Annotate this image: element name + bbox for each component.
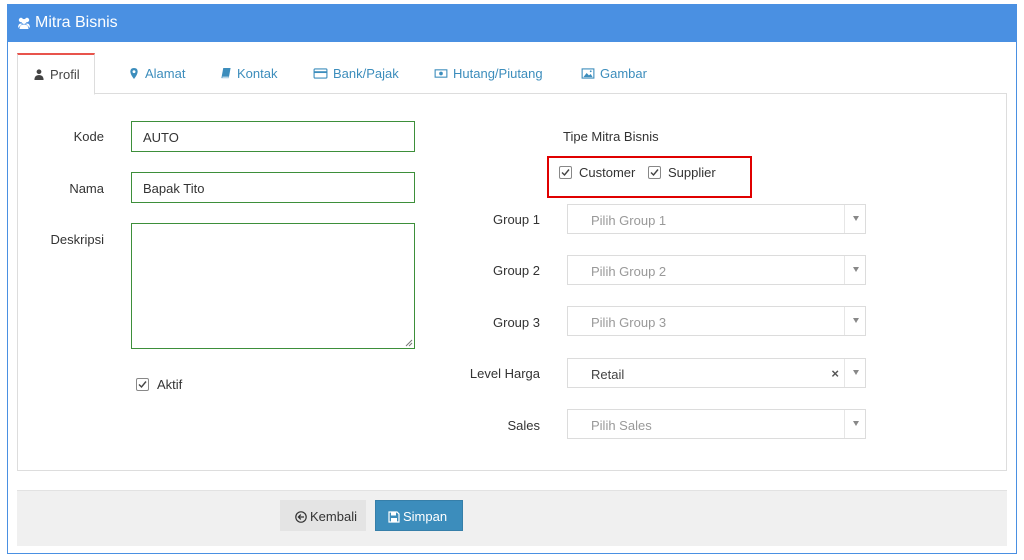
kembali-button[interactable]: Kembali (280, 500, 366, 531)
tab-gambar[interactable]: Gambar (581, 53, 647, 94)
customer-label: Customer (579, 165, 636, 180)
tab-bank-pajak[interactable]: Bank/Pajak (313, 53, 399, 94)
save-icon (388, 511, 400, 523)
tipe-mitra-label: Tipe Mitra Bisnis (563, 129, 659, 144)
panel-title: Mitra Bisnis (35, 14, 118, 31)
supplier-checkbox[interactable] (648, 166, 661, 179)
group3-label: Group 3 (493, 315, 540, 330)
check-icon (650, 169, 659, 177)
aktif-label: Aktif (157, 377, 183, 392)
level-harga-label: Level Harga (469, 366, 540, 381)
chevron-down-icon (853, 318, 859, 323)
group1-label: Group 1 (493, 212, 540, 227)
sales-select[interactable]: Pilih Sales (567, 409, 866, 439)
chevron-down-icon (853, 216, 859, 221)
mitra-bisnis-panel: Mitra Bisnis Profil Alamat Kontak Bank/P… (7, 4, 1017, 554)
arrow-circle-left-icon (295, 511, 307, 523)
nama-label: Nama (69, 181, 104, 196)
group3-select[interactable]: Pilih Group 3 (567, 306, 866, 336)
level-harga-value: Retail (591, 367, 625, 382)
book-icon (221, 68, 231, 79)
tab-alamat[interactable]: Alamat (128, 53, 185, 94)
user-icon (34, 69, 44, 80)
chevron-down-icon (853, 370, 859, 375)
deskripsi-label: Deskripsi (50, 232, 104, 247)
clear-icon[interactable]: × (831, 366, 839, 381)
tab-hutang-piutang[interactable]: Hutang/Piutang (434, 53, 543, 94)
form-footer: Kembali Simpan (17, 490, 1007, 546)
group1-placeholder: Pilih Group 1 (591, 213, 667, 228)
money-icon (434, 69, 448, 78)
sales-placeholder: Pilih Sales (591, 418, 652, 433)
group2-placeholder: Pilih Group 2 (591, 264, 667, 279)
tab-profil[interactable]: Profil (17, 53, 95, 95)
map-marker-icon (130, 68, 138, 79)
aktif-checkbox[interactable] (136, 378, 149, 391)
users-icon (18, 17, 30, 29)
check-icon (138, 381, 147, 389)
group1-select[interactable]: Pilih Group 1 (567, 204, 866, 234)
deskripsi-textarea[interactable] (131, 223, 415, 349)
tab-kontak[interactable]: Kontak (220, 53, 277, 94)
group2-select[interactable]: Pilih Group 2 (567, 255, 866, 285)
kode-label: Kode (73, 129, 104, 144)
credit-card-icon (313, 68, 328, 79)
panel-header: Mitra Bisnis (8, 5, 1016, 42)
nama-input[interactable]: Bapak Tito (131, 172, 415, 203)
supplier-label: Supplier (668, 165, 716, 180)
tab-bar: Profil Alamat Kontak Bank/Pajak Hutang/P… (17, 53, 1007, 95)
chevron-down-icon (853, 421, 859, 426)
level-harga-select[interactable]: Retail × (567, 358, 866, 388)
sales-label: Sales (507, 418, 540, 433)
customer-checkbox[interactable] (559, 166, 572, 179)
check-icon (561, 169, 570, 177)
kode-input[interactable]: AUTO (131, 121, 415, 152)
simpan-button[interactable]: Simpan (375, 500, 463, 531)
group3-placeholder: Pilih Group 3 (591, 315, 667, 330)
group2-label: Group 2 (493, 263, 540, 278)
resize-grip-icon[interactable] (405, 339, 413, 347)
image-icon (581, 68, 595, 79)
chevron-down-icon (853, 267, 859, 272)
